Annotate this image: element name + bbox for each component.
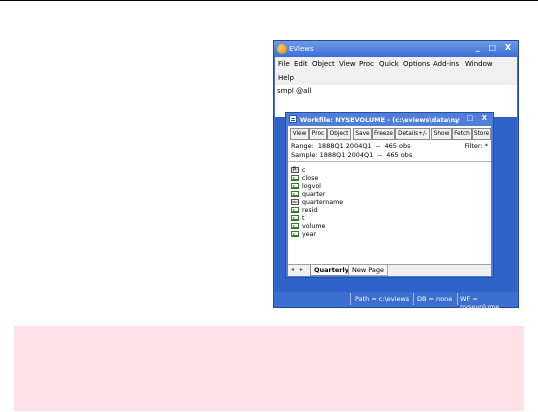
workfile-window: Workfile: NYSEVOLUME - (c:\eviews\data\n… [285, 112, 494, 278]
series-icon [291, 191, 299, 197]
top-rule [0, 0, 538, 1]
menu-object[interactable]: Object [312, 60, 335, 68]
status-db: DB = none [417, 295, 453, 303]
toolbar-object-button[interactable]: Object [327, 128, 351, 140]
status-bar: Path = c:\eviews DB = none WF = nysevolu… [275, 292, 517, 311]
toolbar-freeze-button[interactable]: Freeze [372, 128, 395, 140]
menubar: File Edit Object View Proc Quick Options… [275, 57, 517, 85]
tab-new-page[interactable]: New Page [348, 265, 388, 276]
menu-window[interactable]: Window [465, 60, 493, 68]
alpha-icon [291, 199, 299, 206]
list-item[interactable]: c [291, 166, 411, 174]
toolbar-proc-button[interactable]: Proc [309, 128, 327, 140]
toolbar-store-button[interactable]: Store [472, 128, 491, 140]
command-text: smpl @all [277, 87, 312, 95]
eviews-logo-icon [277, 44, 287, 54]
status-divider [350, 293, 351, 305]
menu-proc[interactable]: Proc [359, 60, 374, 68]
filter-text[interactable]: Filter: * [465, 142, 489, 150]
status-wf: WF = nysevolume [460, 295, 500, 311]
workfile-titlebar[interactable]: Workfile: NYSEVOLUME - (c:\eviews\data\n… [286, 113, 493, 126]
list-item[interactable]: resid [291, 207, 411, 214]
toolbar-details-button[interactable]: Details+/- [395, 128, 430, 140]
page-tab-bar: ◂ ▸ Quarterly New Page [288, 264, 491, 276]
object-label: volume [302, 223, 326, 230]
workfile-body: View Proc Object Save Freeze Details+/- … [288, 126, 491, 276]
menu-options[interactable]: Options [403, 60, 430, 68]
workfile-window-controls[interactable]: _ □ X [455, 114, 490, 122]
app-title: EViews [289, 45, 314, 53]
menu-view[interactable]: View [339, 60, 356, 68]
status-divider [457, 293, 458, 305]
menu-quick[interactable]: Quick [379, 60, 399, 68]
series-icon [291, 175, 299, 181]
workfile-title: Workfile: NYSEVOLUME - (c:\eviews\data\n… [300, 116, 460, 124]
object-label: close [302, 175, 319, 182]
list-item[interactable]: volume [291, 223, 411, 230]
list-item[interactable]: logvol [291, 183, 411, 190]
menu-edit[interactable]: Edit [294, 60, 308, 68]
tab-quarterly[interactable]: Quarterly [310, 265, 353, 276]
tab-scroll-arrows-icon[interactable]: ◂ ▸ [291, 266, 305, 273]
menu-addins[interactable]: Add-ins [433, 60, 459, 68]
series-icon [291, 215, 299, 221]
list-item[interactable]: quarter [291, 191, 411, 198]
list-item[interactable]: quartername [291, 199, 411, 206]
toolbar-show-button[interactable]: Show [431, 128, 452, 140]
series-icon [291, 207, 299, 213]
object-label: logvol [302, 183, 321, 190]
object-label: c [302, 167, 306, 174]
coef-icon [291, 166, 299, 173]
object-label: resid [302, 207, 318, 214]
menu-file[interactable]: File [278, 60, 290, 68]
object-label: year [302, 231, 317, 238]
status-path: Path = c:\eviews [355, 295, 410, 303]
list-item[interactable]: t [291, 215, 411, 222]
window-controls[interactable]: _ □ X [476, 43, 514, 52]
range-text[interactable]: Range: 1888Q1 2004Q1 -- 465 obs [291, 142, 411, 150]
series-icon [291, 231, 299, 237]
object-label: quartername [302, 199, 344, 206]
menu-help[interactable]: Help [278, 74, 294, 82]
toolbar-save-button[interactable]: Save [353, 128, 372, 140]
divider [288, 161, 491, 162]
list-item[interactable]: close [291, 175, 411, 182]
list-item[interactable]: year [291, 231, 411, 238]
sample-text[interactable]: Sample: 1888Q1 2004Q1 -- 465 obs [291, 151, 412, 159]
toolbar-fetch-button[interactable]: Fetch [452, 128, 472, 140]
series-icon [291, 183, 299, 189]
app-titlebar[interactable]: EViews _ □ X [274, 41, 518, 57]
status-divider [413, 293, 414, 305]
series-icon [291, 223, 299, 229]
object-label: t [302, 215, 305, 222]
object-label: quarter [302, 191, 326, 198]
toolbar-view-button[interactable]: View [290, 128, 309, 140]
notice-band [14, 326, 524, 411]
workfile-icon [289, 115, 297, 123]
